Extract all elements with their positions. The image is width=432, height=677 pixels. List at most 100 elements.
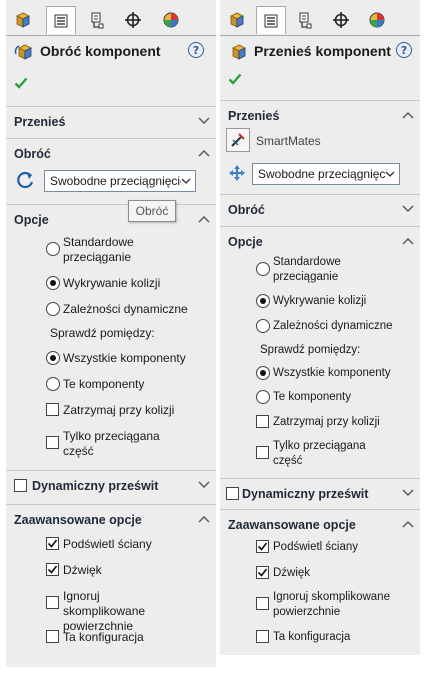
ok-check-icon[interactable] (228, 72, 242, 86)
collision-detection-radio[interactable] (46, 276, 60, 290)
dynamic-mates-radio[interactable] (256, 319, 270, 333)
these-components-label: Te komponenty (63, 377, 145, 391)
highlight-faces-checkbox[interactable] (256, 540, 269, 553)
chevron-down-icon[interactable] (198, 480, 210, 490)
tab-configurationmanager[interactable] (290, 6, 320, 34)
manager-tabs (6, 4, 216, 36)
dragged-part-only-label: Tylko przeciągana część (63, 429, 160, 458)
section-move-header[interactable]: Przenieś (220, 100, 420, 131)
chevron-up-icon[interactable] (198, 148, 210, 158)
move-mode-value: Swobodne przeciągnięcie (258, 167, 395, 181)
section-advanced-title: Zaawansowane opcje (228, 518, 356, 532)
propertymanager-icon (54, 14, 68, 27)
dynamic-mates-radio[interactable] (46, 302, 60, 316)
ok-check-icon[interactable] (14, 76, 28, 90)
tab-propertymanager[interactable] (256, 6, 286, 34)
section-options-title: Opcje (228, 235, 263, 249)
standard-drag-radio[interactable] (46, 242, 60, 256)
free-drag-move-icon (229, 165, 245, 181)
manager-tabs (220, 4, 420, 36)
rotate-mode-select[interactable]: Swobodne przeciągnięcie (44, 170, 196, 192)
tab-displaymanager[interactable] (156, 6, 186, 34)
ignore-complex-surfaces-checkbox[interactable] (256, 597, 269, 610)
tab-featuremanager[interactable] (8, 6, 38, 34)
dragged-part-only-checkbox[interactable] (256, 446, 269, 459)
section-rotate-header[interactable]: Obróć (220, 194, 420, 225)
section-move-title: Przenieś (14, 115, 66, 129)
highlight-faces-label: Podświetl ściany (273, 541, 359, 553)
section-dynamic-clearance-header[interactable]: Dynamiczny prześwit (220, 478, 420, 509)
highlight-faces-checkbox[interactable] (46, 537, 59, 550)
stop-at-collision-checkbox[interactable] (256, 415, 269, 428)
rotate-component-icon (14, 44, 32, 60)
rotate-tooltip: Obróć (128, 200, 176, 222)
tab-dimxpert[interactable] (118, 6, 148, 34)
section-rotate-header[interactable]: Obróć (6, 138, 216, 169)
move-component-panel: Przenieś komponent ? Przenieś SmartMates… (220, 0, 420, 655)
sound-checkbox[interactable] (256, 566, 269, 579)
ignore-complex-surfaces-checkbox[interactable] (46, 596, 59, 609)
section-move-header[interactable]: Przenieś (6, 106, 216, 137)
move-mode-select[interactable]: Swobodne przeciągnięcie (252, 163, 400, 185)
chevron-up-icon[interactable] (402, 236, 414, 246)
section-dynamic-clearance-title: Dynamiczny prześwit (32, 479, 159, 493)
help-icon[interactable]: ? (396, 42, 412, 58)
chevron-down-icon[interactable] (402, 488, 414, 498)
featuremanager-icon (16, 12, 30, 28)
chevron-up-icon[interactable] (198, 214, 210, 224)
tab-dimxpert[interactable] (326, 6, 356, 34)
section-advanced-header[interactable]: Zaawansowane opcje (6, 504, 216, 535)
check-between-label: Sprawdź pomiędzy: (50, 326, 155, 340)
help-icon[interactable]: ? (188, 42, 204, 58)
all-components-label: Wszystkie komponenty (273, 367, 391, 379)
sound-label: Dźwięk (63, 563, 102, 577)
chevron-down-icon[interactable] (198, 116, 210, 126)
chevron-up-icon[interactable] (198, 514, 210, 524)
display-manager-icon (369, 12, 385, 28)
stop-at-collision-label: Zatrzymaj przy kolizji (273, 416, 380, 428)
free-rotate-icon (17, 171, 34, 189)
section-options-header[interactable]: Opcje (220, 226, 420, 257)
all-components-radio[interactable] (256, 366, 270, 380)
section-options-header[interactable]: Opcje (6, 204, 216, 235)
all-components-radio[interactable] (46, 351, 60, 365)
tab-propertymanager[interactable] (46, 6, 76, 34)
sound-checkbox[interactable] (46, 563, 59, 576)
dynamic-mates-label: Zależności dynamiczne (273, 320, 393, 332)
all-components-label: Wszystkie komponenty (63, 351, 186, 365)
tab-configurationmanager[interactable] (82, 6, 112, 34)
standard-drag-radio[interactable] (256, 262, 270, 276)
tab-displaymanager[interactable] (362, 6, 392, 34)
dynamic-clearance-checkbox[interactable] (226, 487, 239, 500)
smartmates-button[interactable] (226, 128, 250, 152)
chevron-up-icon[interactable] (402, 110, 414, 120)
dragged-part-only-label: Tylko przeciągana część (273, 440, 366, 467)
these-components-label: Te komponenty (273, 391, 351, 403)
ignore-complex-surfaces-label: Ignoruj skomplikowane powierzchnie (63, 589, 146, 633)
dynamic-clearance-checkbox[interactable] (14, 479, 27, 492)
display-manager-icon (163, 12, 179, 28)
tab-featuremanager[interactable] (222, 6, 252, 34)
stop-at-collision-label: Zatrzymaj przy kolizji (63, 403, 175, 417)
section-advanced-header[interactable]: Zaawansowane opcje (220, 509, 420, 540)
these-components-radio[interactable] (256, 390, 270, 404)
these-components-radio[interactable] (46, 377, 60, 391)
page-title: Przenieś komponent (254, 43, 391, 59)
chevron-down-icon[interactable] (402, 204, 414, 214)
section-dynamic-clearance-header[interactable]: Dynamiczny prześwit (6, 470, 216, 501)
collision-detection-radio[interactable] (256, 294, 270, 308)
rotate-component-panel: Obróć komponent ? Przenieś Obróć Swobodn… (6, 0, 216, 667)
chevron-up-icon[interactable] (402, 519, 414, 529)
move-component-icon (232, 44, 246, 60)
configurationmanager-icon (299, 12, 312, 29)
this-configuration-checkbox[interactable] (46, 630, 59, 643)
dragged-part-only-checkbox[interactable] (46, 436, 59, 449)
stop-at-collision-checkbox[interactable] (46, 403, 59, 416)
propertymanager-icon (264, 14, 278, 27)
ignore-complex-surfaces-label: Ignoruj skomplikowane powierzchnie (273, 591, 390, 618)
collision-detection-label: Wykrywanie kolizji (273, 295, 367, 307)
chevron-down-icon (181, 177, 191, 185)
standard-drag-label: Standardowe przeciąganie (273, 256, 341, 283)
this-configuration-checkbox[interactable] (256, 630, 269, 643)
highlight-faces-label: Podświetl ściany (63, 537, 152, 551)
